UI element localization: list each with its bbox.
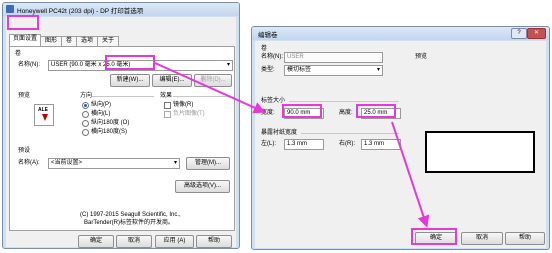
annotation-arrows: [154, 62, 430, 228]
arrow-to-edit-dialog: [154, 62, 266, 114]
arrow-to-ok-button: [391, 121, 430, 228]
